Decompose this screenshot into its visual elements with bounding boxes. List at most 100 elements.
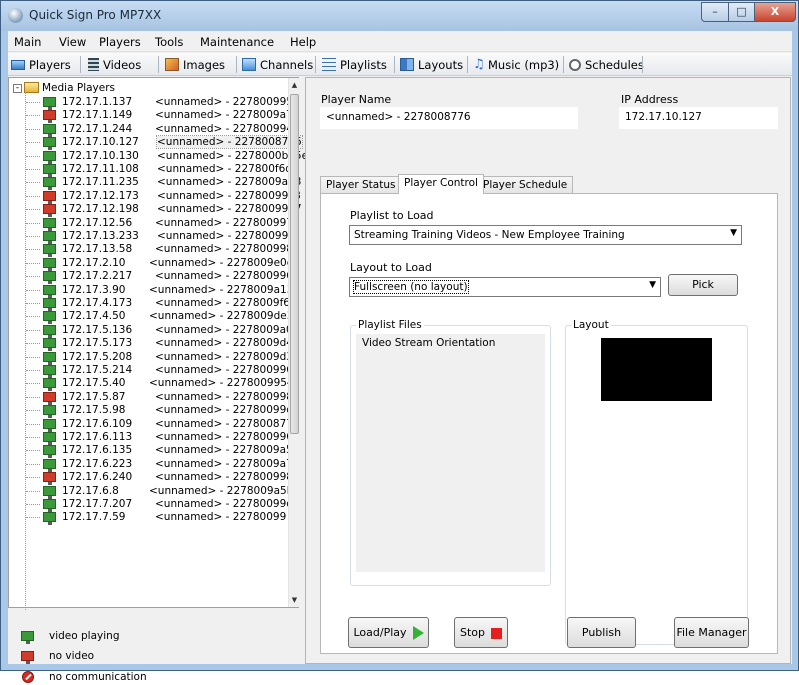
- tree-player-row[interactable]: 172.17.6.135 <unnamed> - 2278009a55: [9, 444, 299, 459]
- tree-player-row[interactable]: 172.17.5.136 <unnamed> - 2278009a08: [9, 324, 299, 338]
- player-ip: 172.17.6.240: [62, 471, 133, 484]
- player-ip: 172.17.7.59: [62, 511, 126, 524]
- players-tree[interactable]: - Media Players 172.17.1.137 <unnamed> - 22…: [8, 77, 308, 610]
- tree-player-row[interactable]: 172.17.7.207 <unnamed> - 22780099d9: [9, 498, 300, 512]
- tree-player-row[interactable]: 172.17.4.50 <unnamed> - 2278009de3: [9, 310, 293, 325]
- tree-player-row[interactable]: 172.17.12.198 <unnamed> - 2278009957: [9, 203, 302, 218]
- tree-player-row[interactable]: 172.17.5.173 <unnamed> - 2278009d41: [9, 337, 300, 352]
- player-name: <unnamed> - 2278009a08: [155, 323, 300, 336]
- collapse-icon[interactable]: -: [13, 84, 22, 93]
- menu-tools[interactable]: Tools: [155, 35, 183, 49]
- tree-player-row[interactable]: 172.17.1.244 <unnamed> - 227800994c: [9, 122, 299, 137]
- toolbar-players-label: Players: [29, 57, 71, 72]
- tree-player-row[interactable]: 172.17.6.113 <unnamed> - 2278009965: [9, 431, 300, 445]
- close-button[interactable]: X: [754, 2, 796, 22]
- players-icon: [11, 59, 25, 70]
- player-ip: 172.17.12.56: [62, 216, 133, 229]
- scroll-thumb[interactable]: [290, 94, 299, 434]
- tree-player-row[interactable]: 172.17.12.56 <unnamed> - 2278009978: [9, 216, 300, 231]
- player-name: <unnamed> - 2278009d41: [155, 337, 300, 350]
- minimize-button[interactable]: –: [701, 2, 729, 22]
- tree-root-media-players[interactable]: - Media Players: [9, 82, 289, 95]
- tree-player-row[interactable]: 172.17.11.235 <unnamed> - 2278009a23: [9, 176, 301, 191]
- toolbar-players-button[interactable]: Players: [11, 56, 71, 73]
- red-monitor-icon: [43, 204, 56, 218]
- stop-button[interactable]: Stop: [454, 617, 508, 648]
- playlist-files-list[interactable]: Video Stream Orientation: [356, 334, 545, 572]
- player-name: <unnamed> - 2278009d3f: [155, 350, 297, 363]
- menu-main[interactable]: Main: [14, 35, 41, 49]
- green-monitor-icon: [21, 631, 34, 644]
- app-window: Quick Sign Pro MP7XX – □ X Main View Pla…: [0, 0, 799, 683]
- green-monitor-icon: [43, 324, 56, 338]
- player-name: <unnamed> - 2278009965: [155, 431, 300, 443]
- menu-players[interactable]: Players: [99, 35, 141, 49]
- green-monitor-icon: [43, 499, 56, 512]
- player-ip: 172.17.1.244: [62, 122, 133, 135]
- player-name-field[interactable]: <unnamed> - 2278008776: [320, 107, 578, 129]
- green-monitor-icon: [43, 512, 56, 526]
- tree-player-row[interactable]: 172.17.10.127 <unnamed> - 2278008776: [9, 135, 303, 151]
- pick-button[interactable]: Pick: [668, 274, 738, 296]
- player-ip: 172.17.3.90: [62, 283, 126, 296]
- tab-player-control[interactable]: Player Control: [398, 174, 484, 194]
- list-item[interactable]: Video Stream Orientation: [362, 337, 539, 349]
- tree-scrollbar[interactable]: ▲ ▼: [288, 78, 299, 607]
- green-monitor-icon: [43, 311, 56, 325]
- playlist-select[interactable]: Streaming Training Videos - New Employee…: [349, 225, 742, 245]
- toolbar-separator: [563, 56, 564, 73]
- scroll-up-icon[interactable]: ▲: [289, 78, 300, 92]
- tree-player-row[interactable]: 172.17.5.40 <unnamed> - 2278009954: [9, 377, 294, 392]
- ip-address-field[interactable]: 172.17.10.127: [619, 107, 778, 129]
- tree-player-row[interactable]: 172.17.3.90 <unnamed> - 2278009a13: [9, 283, 293, 298]
- tree-player-row[interactable]: 172.17.10.130 <unnamed> - 2278000b25e: [9, 150, 308, 164]
- tree-player-row[interactable]: 172.17.5.208 <unnamed> - 2278009d3f: [9, 351, 297, 365]
- toolbar-schedules-button[interactable]: Schedules: [569, 56, 644, 73]
- tree-player-row[interactable]: 172.17.11.108 <unnamed> - 227800f6d: [9, 163, 292, 177]
- menu-maintenance[interactable]: Maintenance: [200, 35, 274, 49]
- tree-player-row[interactable]: 172.17.13.58 <unnamed> - 2278009984: [9, 243, 300, 258]
- tab-player-status[interactable]: Player Status: [320, 176, 402, 193]
- tree-player-row[interactable]: 172.17.4.173 <unnamed> - 2278009f62: [9, 297, 297, 311]
- toolbar-music-button[interactable]: ♫ Music (mp3): [473, 56, 559, 73]
- tree-player-row[interactable]: 172.17.5.214 <unnamed> - 2278009962: [9, 364, 300, 378]
- title-bar[interactable]: Quick Sign Pro MP7XX – □ X: [1, 1, 798, 31]
- toolbar-playlists-button[interactable]: Playlists: [322, 56, 387, 73]
- tree-player-row[interactable]: 172.17.13.233 <unnamed> - 227800996f: [9, 230, 299, 244]
- tree-player-row[interactable]: 172.17.5.87 <unnamed> - 2278009987: [9, 391, 300, 405]
- tree-player-row[interactable]: 172.17.7.59 <unnamed> - 22780099: [9, 511, 289, 526]
- menu-help[interactable]: Help: [290, 35, 316, 49]
- file-manager-button[interactable]: File Manager: [674, 617, 749, 648]
- layout-select[interactable]: Fullscreen (no layout) ▼: [349, 277, 661, 297]
- maximize-button[interactable]: □: [728, 2, 755, 22]
- player-ip: 172.17.7.207: [62, 498, 133, 510]
- toolbar-layouts-button[interactable]: Layouts: [400, 56, 463, 73]
- legend-label: no video: [49, 650, 95, 662]
- tab-player-schedule[interactable]: Player Schedule: [477, 176, 574, 193]
- toolbar-images-button[interactable]: Images: [165, 56, 225, 73]
- tree-player-row[interactable]: 172.17.12.173 <unnamed> - 22780099c8: [9, 190, 301, 204]
- toolbar-separator: [467, 56, 468, 73]
- tree-player-row[interactable]: 172.17.6.8 <unnamed> - 2278009a5b: [9, 485, 293, 499]
- tree-player-row[interactable]: 172.17.6.240 <unnamed> - 2278009983: [9, 471, 300, 486]
- tree-player-row[interactable]: 172.17.1.137 <unnamed> - 227800995e: [9, 96, 299, 110]
- tree-player-row[interactable]: 172.17.2.10 <unnamed> - 2278009e0d: [9, 257, 293, 271]
- player-name: <unnamed> - 227800f6d: [157, 163, 292, 175]
- green-monitor-icon: [43, 271, 56, 285]
- green-monitor-icon: [43, 298, 56, 311]
- toolbar-channels-button[interactable]: Channels: [242, 56, 313, 73]
- publish-button[interactable]: Publish: [567, 617, 636, 648]
- toolbar-videos-button[interactable]: Videos: [88, 56, 141, 73]
- tree-player-row[interactable]: 172.17.1.149 <unnamed> - 2278009a79: [9, 109, 299, 124]
- load-play-button[interactable]: Load/Play: [348, 617, 429, 648]
- scroll-down-icon[interactable]: ▼: [289, 593, 300, 607]
- tree-player-row[interactable]: 172.17.2.217 <unnamed> - 2278009969: [9, 270, 300, 285]
- toolbar-schedules-label: Schedules: [585, 57, 644, 72]
- menu-view[interactable]: View: [59, 35, 86, 49]
- tree-player-row[interactable]: 172.17.5.98 <unnamed> - 22780099da: [9, 404, 299, 419]
- player-name: <unnamed> - 2278000b25e: [157, 149, 309, 162]
- tree-player-row[interactable]: 172.17.6.223 <unnamed> - 2278009a74: [9, 458, 299, 472]
- folder-icon: [24, 82, 39, 93]
- player-ip: 172.17.5.214: [62, 364, 133, 376]
- tree-player-row[interactable]: 172.17.6.109 <unnamed> - 2278008775: [9, 418, 300, 432]
